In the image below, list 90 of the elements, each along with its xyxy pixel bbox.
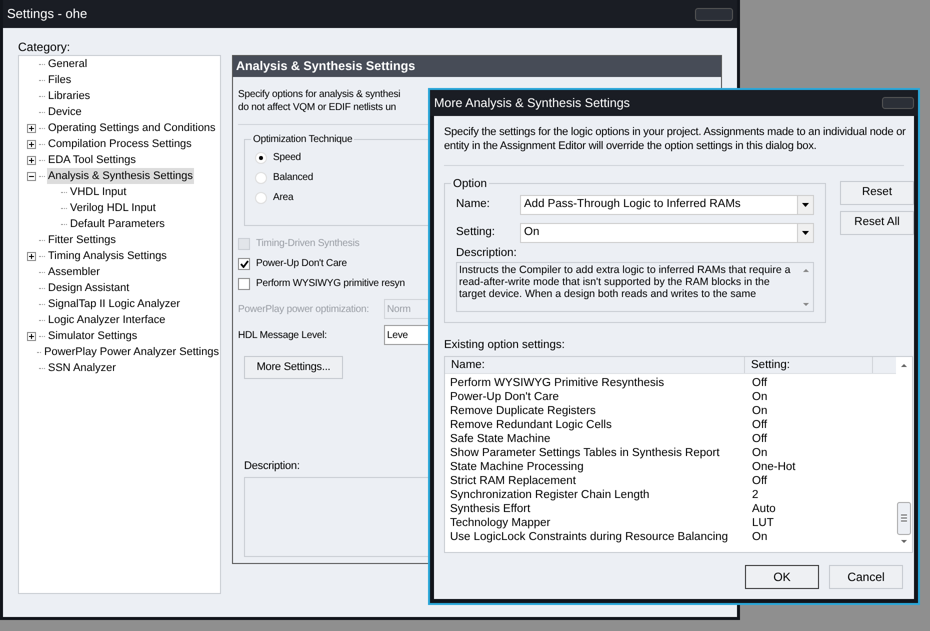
caret-icon (802, 203, 809, 207)
radio-button[interactable] (255, 152, 267, 164)
dropdown-button[interactable] (797, 224, 813, 242)
table-cell-text: Remove Redundant Logic Cells (449, 418, 613, 433)
table-cell-text: On (751, 404, 768, 419)
tree-item[interactable]: Verilog HDL Input (69, 200, 157, 216)
tree-item[interactable]: General (47, 56, 88, 72)
checkbox[interactable] (238, 278, 250, 290)
dialog-intro: Specify the settings for the logic options in your project. Assignments made to an individual node or entity in the Assignment Editor will override the option settings in this dialog box. (444, 125, 907, 153)
table-cell-text: Use LogicLock Constraints during Resource Balancing (449, 530, 730, 545)
collapse-icon[interactable] (27, 172, 36, 180)
tree-item[interactable]: VHDL Input (69, 184, 128, 200)
tree-item[interactable]: Analysis & Synthesis Settings (47, 168, 194, 184)
expand-icon[interactable] (27, 252, 36, 260)
radio-label: Speed (273, 151, 301, 165)
table-cell-text: LUT (751, 516, 775, 531)
tree-item[interactable]: Libraries (47, 88, 92, 104)
tree-item[interactable]: Design Assistant (47, 280, 130, 296)
table-cell-text: State Machine Processing (449, 460, 585, 475)
more-settings-button[interactable]: More Settings... (244, 356, 343, 379)
tree-item[interactable]: EDA Tool Settings (47, 152, 137, 168)
tree-item[interactable]: PowerPlay Power Analyzer Settings (43, 344, 220, 360)
radio-button[interactable] (255, 172, 267, 184)
table-cell-text: Off (751, 418, 768, 433)
intro-text: do not affect VQM or EDIF netlists un (238, 101, 396, 114)
table-cell-text: On (751, 530, 768, 545)
table-cell-text: Auto (751, 502, 777, 517)
dialog-title: More Analysis & Synthesis Settings (434, 94, 630, 112)
reset-button[interactable]: Reset All (840, 211, 914, 235)
radio-button[interactable] (255, 192, 267, 204)
checkbox-label: Power-Up Don't Care (256, 257, 347, 271)
column-header[interactable]: Setting: (745, 357, 873, 374)
table-cell-text: Synchronization Register Chain Length (449, 488, 650, 503)
reset-button[interactable]: Reset (840, 181, 914, 205)
setting-combo-box[interactable]: On (520, 223, 814, 243)
window-title: Settings - ohe (7, 5, 88, 24)
table-cell-text: Off (751, 474, 768, 489)
description-label: Description: (244, 459, 300, 474)
tree-item[interactable]: Simulator Settings (47, 328, 138, 344)
tree-item[interactable]: Compilation Process Settings (47, 136, 193, 152)
dialog-button[interactable]: Cancel (829, 565, 903, 590)
description-label: Description: (456, 246, 518, 261)
table-cell-text: Show Parameter Settings Tables in Synthesis Report (449, 446, 721, 461)
checkbox-label: Timing-Driven Synthesis (256, 237, 360, 251)
expand-icon[interactable] (27, 332, 36, 340)
tree-item[interactable]: SSN Analyzer (47, 360, 117, 376)
tree-item[interactable]: Timing Analysis Settings (47, 248, 168, 264)
table-cell-text: Safe State Machine (449, 432, 552, 447)
table-cell-text: Strict RAM Replacement (449, 474, 577, 489)
tree-item[interactable]: Default Parameters (69, 216, 166, 232)
description-text: Instructs the Compiler to add extra logic to inferred RAMs that require a read-after-write mode that isn't supported by the RAM blocks in the target device. When a design both reads and writes to the same (458, 263, 792, 302)
radio-label: Area (273, 191, 294, 205)
tree-item[interactable]: Device (47, 104, 83, 120)
category-label: Category: (18, 39, 72, 53)
dialog-button[interactable]: OK (745, 565, 819, 590)
table-cell-text: 2 (751, 488, 760, 503)
table-cell-text: Remove Duplicate Registers (449, 404, 597, 419)
panel-header: Analysis & Synthesis Settings (233, 56, 721, 77)
group-title: Optimization Technique (251, 132, 354, 147)
table-cell-text: On (751, 390, 768, 405)
column-header[interactable]: Name: (445, 357, 745, 374)
name-combo-box[interactable]: Add Pass-Through Logic to Inferred RAMs (520, 195, 814, 215)
table-cell-text: Technology Mapper (449, 516, 552, 531)
tree-item[interactable]: SignalTap II Logic Analyzer (47, 296, 182, 312)
expand-icon[interactable] (27, 124, 36, 132)
radio-label: Balanced (273, 171, 314, 185)
table-cell-text: Synthesis Effort (449, 502, 532, 517)
expand-icon[interactable] (27, 140, 36, 148)
tree-item[interactable]: Files (47, 72, 72, 88)
tree-item[interactable]: Logic Analyzer Interface (47, 312, 166, 328)
caret-icon (802, 231, 809, 235)
table-cell-text: One-Hot (751, 460, 796, 475)
table-cell-text: Off (751, 376, 768, 391)
expand-icon[interactable] (27, 156, 36, 164)
checkbox[interactable] (238, 258, 250, 270)
table-cell-text: Power-Up Don't Care (449, 390, 560, 405)
table-cell-text: Off (751, 432, 768, 447)
tree-item[interactable]: Operating Settings and Conditions (47, 120, 217, 136)
dropdown-button[interactable] (797, 196, 813, 214)
checkbox-label: Perform WYSIWYG primitive resyn (256, 277, 405, 291)
name-label: Name: (456, 197, 491, 212)
combo-label: HDL Message Level: (238, 328, 328, 342)
combo-label: PowerPlay power optimization: (238, 302, 370, 316)
table-cell-text: Perform WYSIWYG Primitive Resynthesis (449, 376, 666, 391)
tree-item[interactable]: Assembler (47, 264, 101, 280)
intro-text: Specify options for analysis & synthesi (238, 88, 400, 101)
tree-item[interactable]: Fitter Settings (47, 232, 117, 248)
existing-label: Existing option settings: (444, 338, 566, 353)
table-cell-text: On (751, 446, 768, 461)
setting-label: Setting: (456, 225, 496, 240)
